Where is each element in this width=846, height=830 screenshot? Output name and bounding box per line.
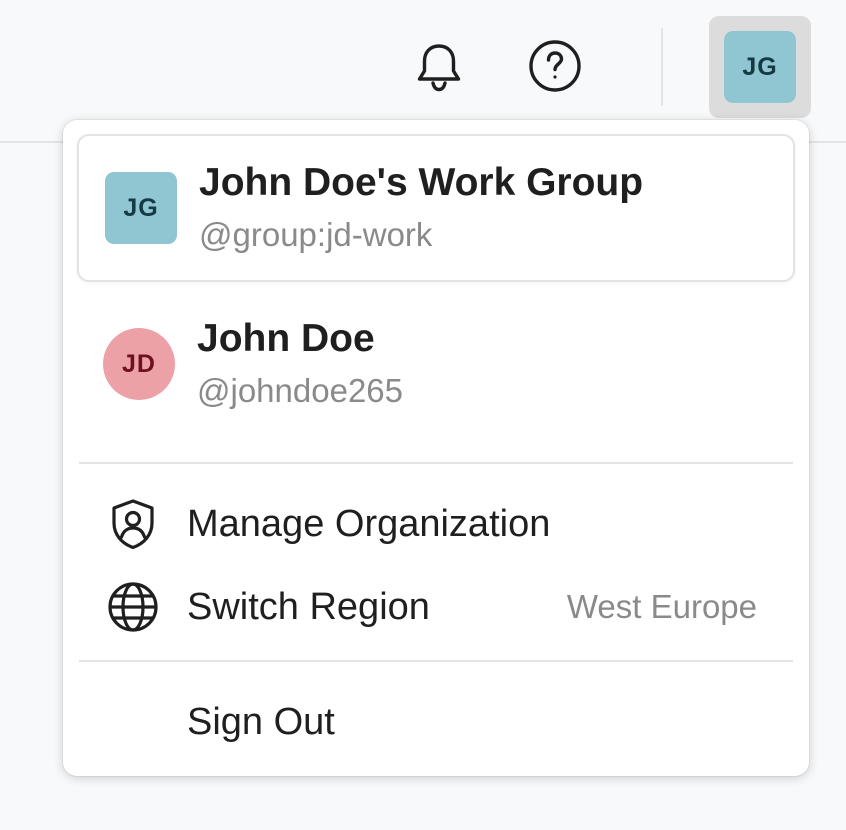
account-name: John Doe	[197, 317, 375, 360]
manage-organization-item[interactable]: Manage Organization	[77, 486, 795, 562]
switch-region-item[interactable]: Switch Region West Europe	[77, 569, 795, 645]
current-region-value: West Europe	[566, 588, 757, 625]
account-handle: @group:jd-work	[199, 216, 433, 253]
account-item-work-group[interactable]: JG John Doe's Work Group @group:jd-work	[77, 134, 795, 282]
avatar: JG	[724, 31, 796, 103]
menu-item-label: Switch Region	[187, 585, 430, 628]
help-button[interactable]	[525, 36, 585, 96]
sign-out-item[interactable]: Sign Out	[77, 684, 795, 760]
menu-item-label: Manage Organization	[187, 502, 551, 545]
bell-icon	[417, 44, 461, 92]
account-avatar: JG	[105, 172, 177, 244]
account-avatar: JD	[103, 328, 175, 400]
account-name: John Doe's Work Group	[199, 161, 644, 204]
sign-out-label: Sign Out	[187, 700, 335, 743]
account-dropdown-menu: JG John Doe's Work Group @group:jd-work …	[63, 120, 809, 776]
menu-divider	[79, 462, 793, 464]
toolbar-divider	[661, 28, 663, 106]
account-menu-button[interactable]: JG	[709, 16, 811, 118]
notifications-button[interactable]	[409, 36, 469, 96]
question-circle-icon	[529, 40, 581, 92]
menu-divider	[79, 660, 793, 662]
account-handle: @johndoe265	[197, 372, 404, 409]
account-item-personal[interactable]: JD John Doe @johndoe265	[77, 290, 795, 438]
globe-icon	[105, 579, 161, 635]
shield-person-icon	[105, 496, 161, 552]
